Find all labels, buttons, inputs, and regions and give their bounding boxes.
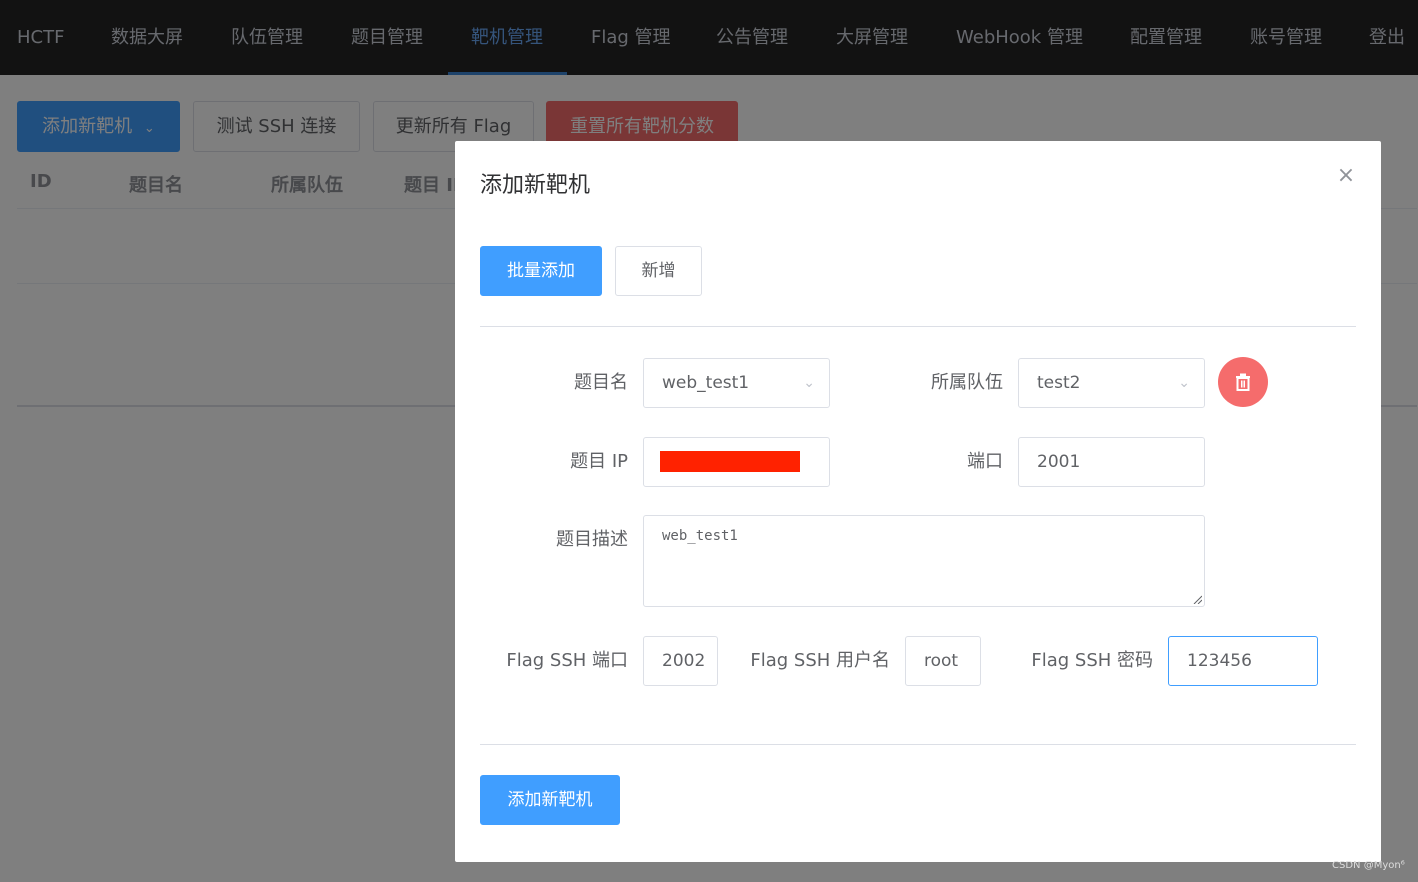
ip-label: 题目 IP <box>570 451 628 472</box>
description-textarea[interactable]: web_test1 <box>643 515 1205 607</box>
trash-icon <box>1236 373 1250 391</box>
description-label: 题目描述 <box>556 529 628 550</box>
description-value: web_test1 <box>662 528 738 544</box>
ssh-port-label: Flag SSH 端口 <box>506 650 628 671</box>
team-label: 所属队伍 <box>931 372 1003 393</box>
resize-handle-icon[interactable] <box>1192 594 1202 604</box>
dialog-divider <box>480 744 1356 745</box>
add-target-dialog: 添加新靶机 × 批量添加 新增 题目名 web_test1 ⌄ 所属队伍 tes… <box>455 141 1381 862</box>
ssh-user-label: Flag SSH 用户名 <box>750 650 890 671</box>
challenge-select[interactable]: web_test1 ⌄ <box>643 358 830 408</box>
team-select[interactable]: test2 ⌄ <box>1018 358 1205 408</box>
ssh-password-label: Flag SSH 密码 <box>1031 650 1153 671</box>
ssh-user-input[interactable]: root <box>905 636 981 686</box>
redacted-ip <box>660 451 800 472</box>
close-icon[interactable]: × <box>1335 165 1357 187</box>
challenge-label: 题目名 <box>574 372 628 393</box>
delete-row-button[interactable] <box>1218 357 1268 407</box>
new-button[interactable]: 新增 <box>615 246 702 296</box>
ssh-port-input[interactable]: 2002 <box>643 636 718 686</box>
challenge-select-value: web_test1 <box>662 373 750 393</box>
watermark: CSDN @Myon⁶ <box>1332 860 1405 871</box>
dialog-divider <box>480 326 1356 327</box>
ip-input[interactable] <box>643 437 830 487</box>
ssh-password-input[interactable]: 123456 <box>1168 636 1318 686</box>
port-label: 端口 <box>967 451 1003 472</box>
chevron-down-icon: ⌄ <box>1178 375 1190 391</box>
chevron-down-icon: ⌄ <box>803 375 815 391</box>
port-input[interactable]: 2001 <box>1018 437 1205 487</box>
batch-add-button[interactable]: 批量添加 <box>480 246 602 296</box>
team-select-value: test2 <box>1037 373 1081 393</box>
dialog-title: 添加新靶机 <box>480 173 591 198</box>
submit-add-target-button[interactable]: 添加新靶机 <box>480 775 620 825</box>
